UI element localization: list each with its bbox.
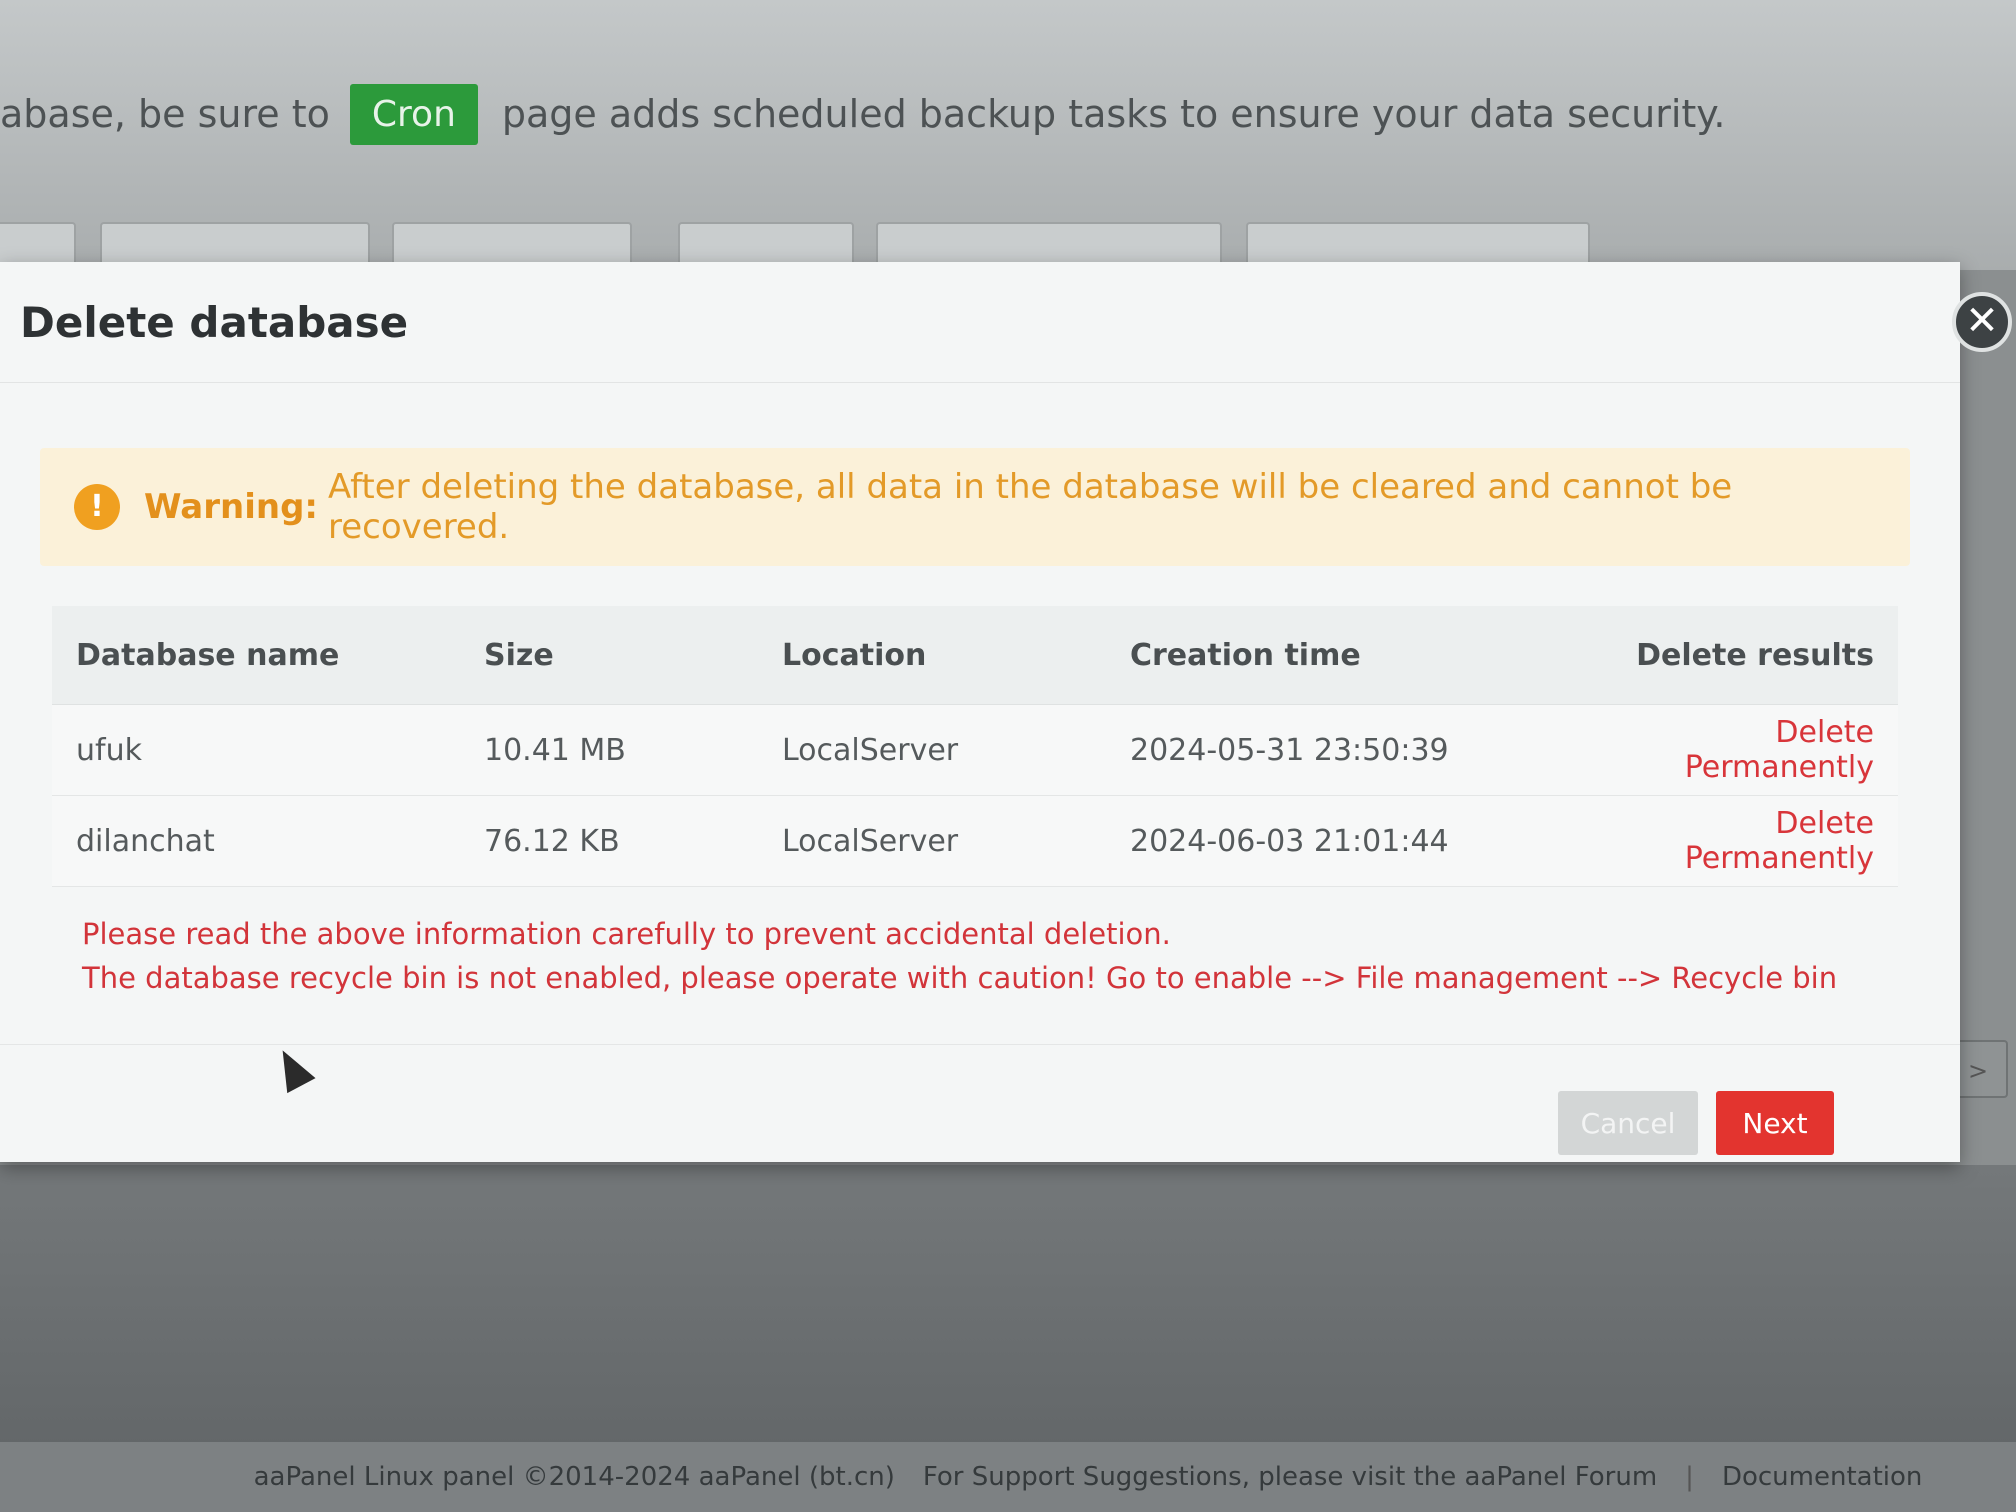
backup-notice: abase, be sure to Cron page adds schedul… [0,78,1725,150]
warning-text: After deleting the database, all data in… [328,467,1733,547]
delete-database-dialog: Delete database ! Warning: After deletin… [0,262,1960,1162]
next-button[interactable]: Next [1716,1091,1834,1155]
dialog-title: Delete database [20,298,409,347]
page-footer: aaPanel Linux panel ©2014-2024 aaPanel (… [0,1442,2016,1512]
database-table: Database name Size Location Creation tim… [52,606,1898,887]
cell-creation-time: 2024-06-03 21:01:44 [1106,795,1554,887]
footer-support-link[interactable]: For Support Suggestions, please visit th… [923,1462,1657,1492]
warning-label: Warning: [144,487,319,527]
footer-separator: | [1685,1462,1694,1492]
column-size: Size [460,606,758,705]
footer-copyright: aaPanel Linux panel ©2014-2024 aaPanel (… [253,1462,895,1492]
cell-database-name: dilanchat [52,795,460,887]
table-row: ufuk 10.41 MB LocalServer 2024-05-31 23:… [52,704,1898,796]
caution-note-read-carefully: Please read the above information carefu… [82,917,1171,951]
caution-note-recycle-bin: The database recycle bin is not enabled,… [82,961,1838,995]
table-header-row: Database name Size Location Creation tim… [52,606,1898,705]
cancel-button[interactable]: Cancel [1558,1091,1698,1155]
table-row: dilanchat 76.12 KB LocalServer 2024-06-0… [52,795,1898,887]
column-delete-results: Delete results [1554,606,1898,705]
cell-size: 10.41 MB [460,704,758,796]
caution-notes: Please read the above information carefu… [82,912,1837,1000]
column-location: Location [758,606,1106,705]
dialog-header: Delete database [0,262,1960,383]
cell-size: 76.12 KB [460,795,758,887]
cell-delete-result: Delete Permanently [1554,704,1898,796]
cell-location: LocalServer [758,795,1106,887]
footer-docs-link[interactable]: Documentation [1722,1462,1922,1492]
warning-banner: ! Warning: After deleting the database, … [40,448,1910,566]
cell-database-name: ufuk [52,704,460,796]
close-icon[interactable]: ✕ [1952,292,2012,352]
column-database-name: Database name [52,606,460,705]
cell-delete-result: Delete Permanently [1554,795,1898,887]
cron-button[interactable]: Cron [349,83,478,145]
cell-location: LocalServer [758,704,1106,796]
notice-suffix: page adds scheduled backup tasks to ensu… [501,92,1726,136]
exclamation-icon: ! [74,484,120,530]
cell-creation-time: 2024-05-31 23:50:39 [1106,704,1554,796]
column-creation-time: Creation time [1106,606,1554,705]
notice-prefix: abase, be sure to [0,92,330,136]
